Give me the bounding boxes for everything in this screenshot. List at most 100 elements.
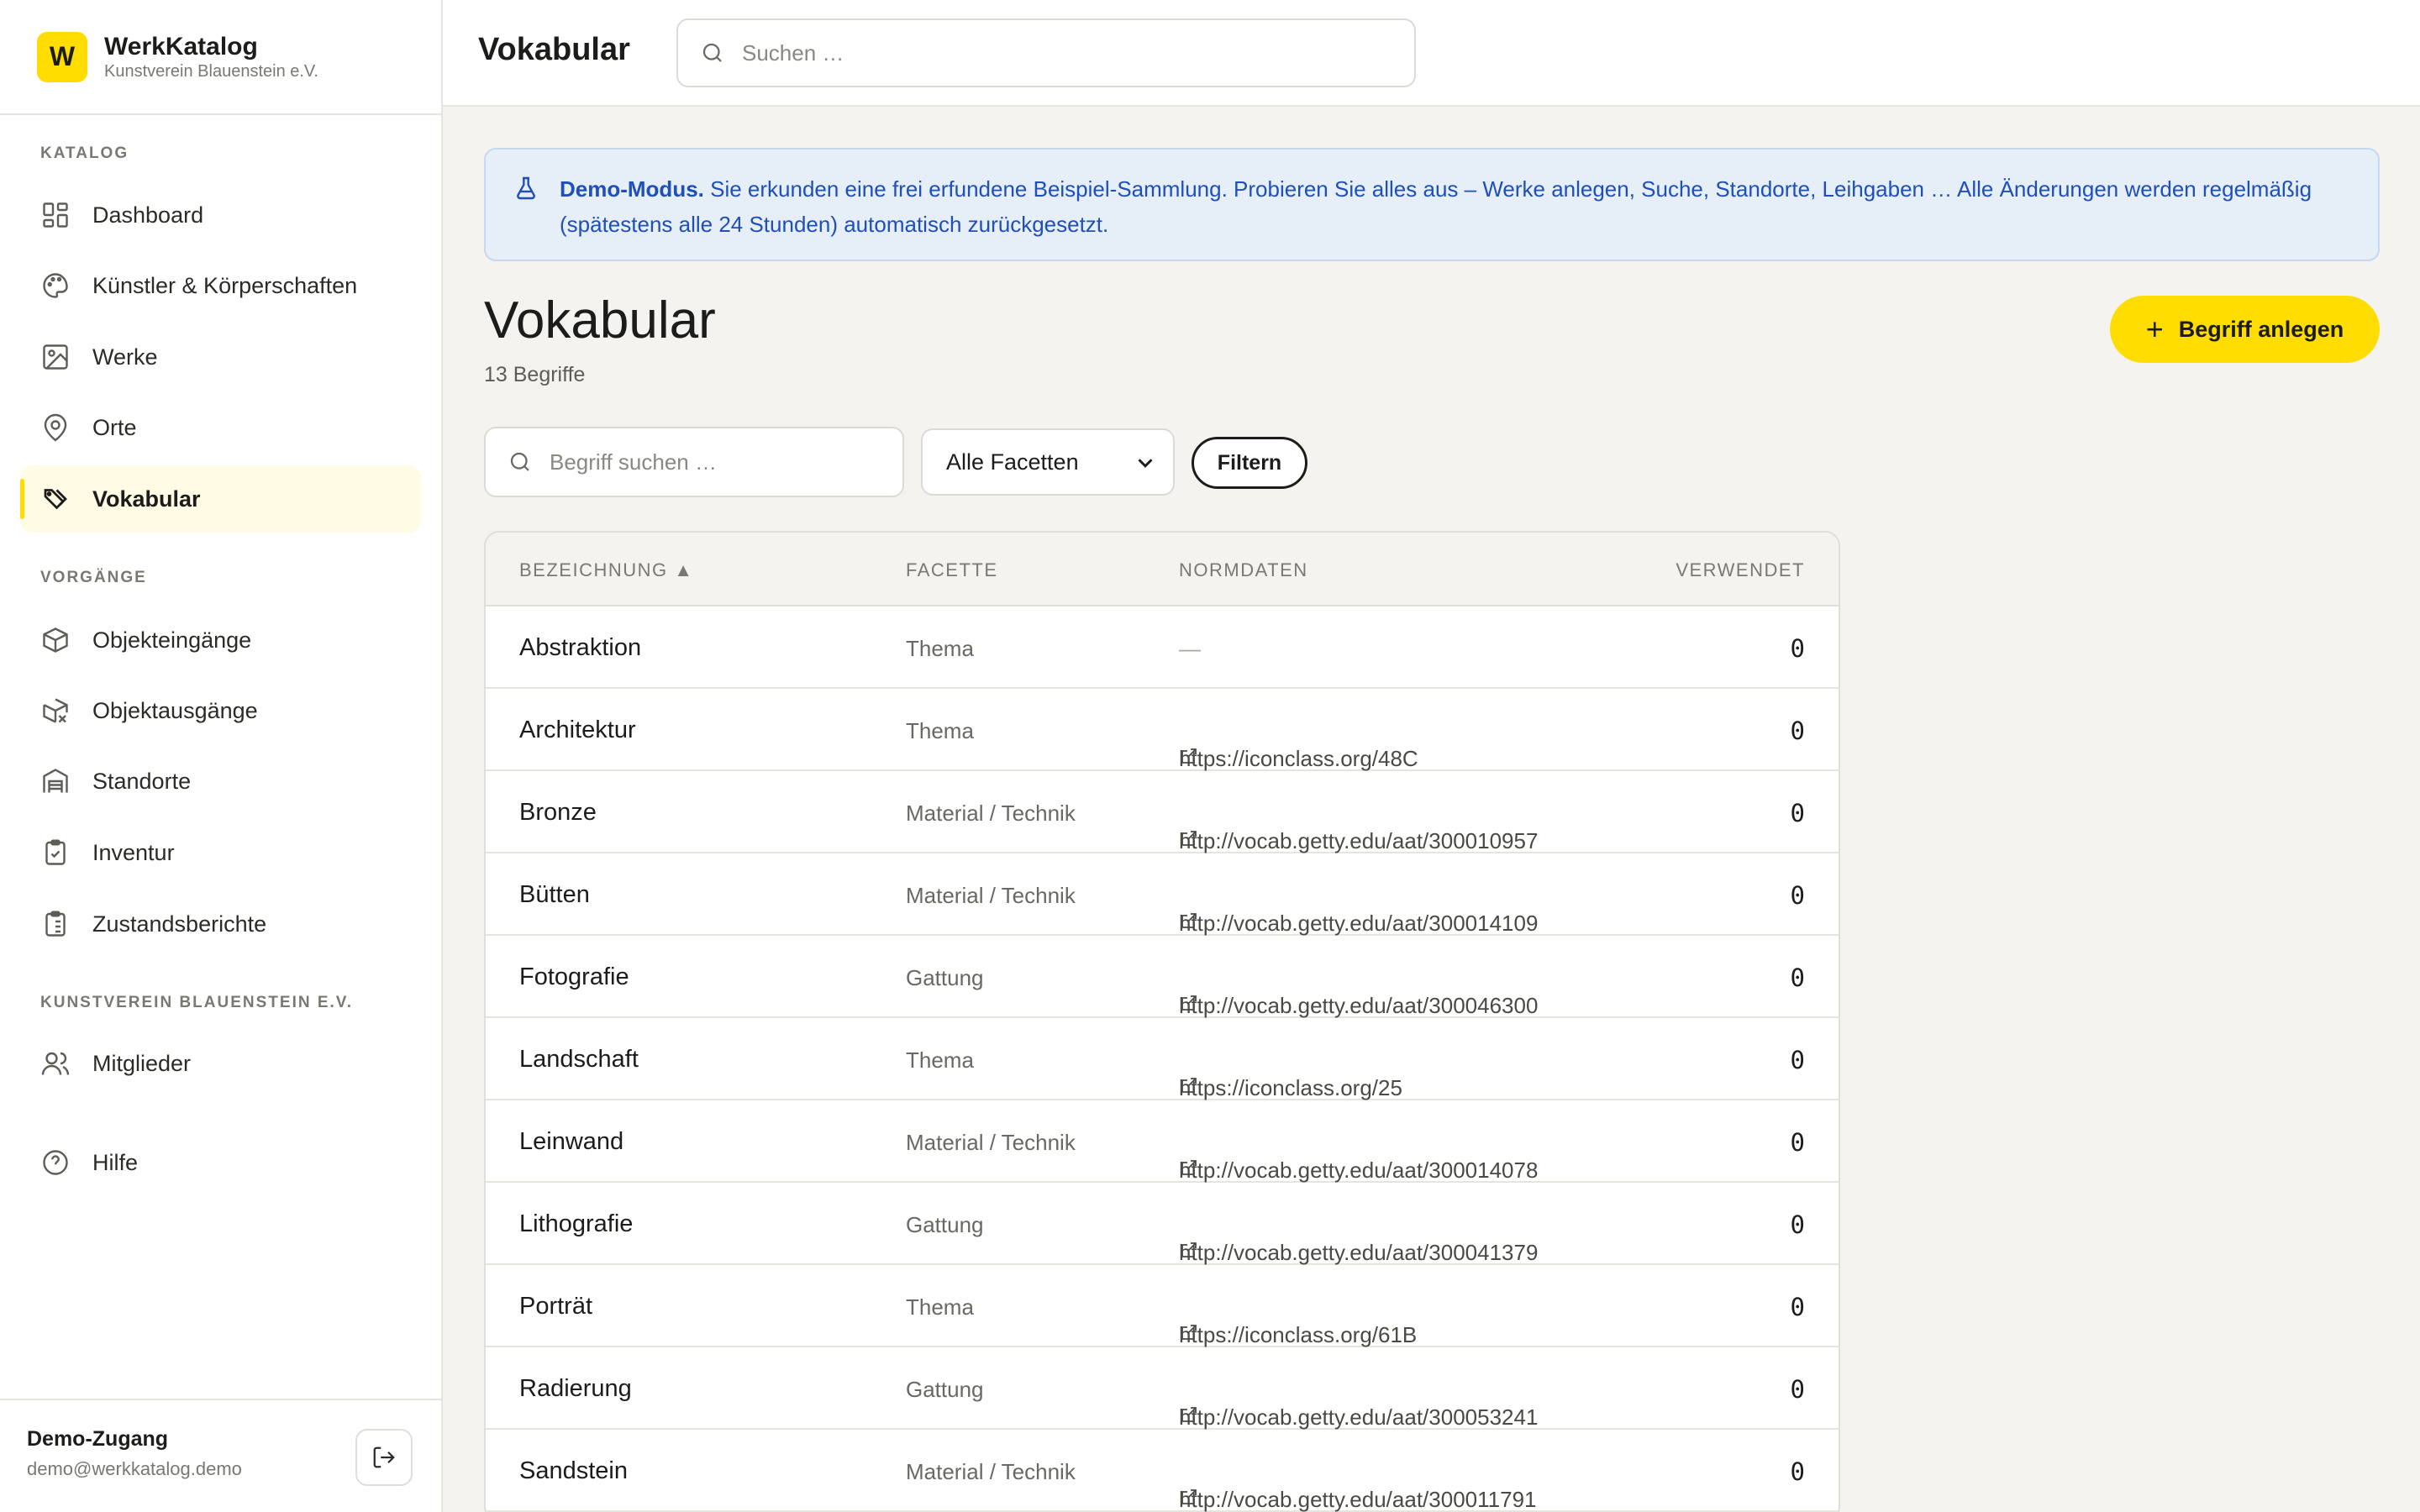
filter-button[interactable]: Filtern — [1192, 437, 1307, 489]
sidebar-item-zustandsberichte[interactable]: Zustandsberichte — [20, 890, 421, 958]
sidebar-item-orte[interactable]: Orte — [20, 394, 421, 461]
table-row[interactable]: Abstraktion Thema — 0 — [486, 606, 1839, 689]
column-header-name[interactable]: BEZEICHNUNG ▲ — [519, 559, 694, 581]
term-facet: Gattung — [906, 1377, 984, 1402]
column-header-norm[interactable]: NORMDATEN — [1179, 559, 1308, 581]
term-used-count: 0 — [1790, 1210, 1805, 1239]
brand-title: WerkKatalog — [104, 32, 258, 60]
term-count: 13 Begriffe — [484, 363, 586, 386]
term-name[interactable]: Lithografie — [519, 1210, 633, 1238]
sidebar-item-hilfe[interactable]: Hilfe — [20, 1129, 421, 1196]
term-facet: Material / Technik — [906, 801, 1076, 826]
term-used-count: 0 — [1790, 963, 1805, 992]
facet-select[interactable]: Alle Facetten — [921, 428, 1175, 496]
table-row[interactable]: Sandstein Material / Technik http://vocab.… — [486, 1430, 1839, 1512]
table-row[interactable]: Lithografie Gattung http://vocab.getty.edu… — [486, 1183, 1839, 1265]
global-search[interactable] — [676, 18, 1416, 87]
banner-text: Sie erkunden eine frei erfundene Beispie… — [560, 176, 2312, 237]
term-used-count: 0 — [1790, 717, 1805, 745]
brand-logo: W — [37, 31, 87, 82]
users-icon — [40, 1048, 71, 1079]
normdata-url: http://vocab.getty.edu/aat/300014078 — [1179, 1158, 1539, 1183]
normdata-url: http://vocab.getty.edu/aat/300014109 — [1179, 911, 1539, 936]
term-facet: Thema — [906, 636, 974, 661]
sidebar-item-mitglieder[interactable]: Mitglieder — [20, 1030, 421, 1097]
topbar: Vokabular — [443, 0, 2420, 107]
normdata-url: http://vocab.getty.edu/aat/300011791 — [1179, 1487, 1537, 1512]
normdata-empty: — — [1179, 636, 1201, 661]
sidebar-item-kuenstler[interactable]: Künstler & Körperschaften — [20, 252, 421, 319]
box-in-icon — [40, 625, 71, 655]
sidebar-item-label: Objekteingänge — [92, 627, 252, 653]
term-name[interactable]: Fotografie — [519, 963, 629, 991]
sidebar: W WerkKatalog Kunstverein Blauenstein e.… — [0, 0, 443, 1512]
sidebar-item-objektausgaenge[interactable]: Objektausgänge — [20, 677, 421, 744]
dashboard-icon — [40, 200, 71, 230]
sidebar-item-werke[interactable]: Werke — [20, 323, 421, 391]
brand[interactable]: W WerkKatalog Kunstverein Blauenstein e.… — [0, 0, 441, 115]
box-out-icon — [40, 696, 71, 726]
nav-section-verein: KUNSTVEREIN BLAUENSTEIN E.V. — [40, 994, 354, 1011]
sidebar-item-dashboard[interactable]: Dashboard — [20, 181, 421, 249]
sidebar-item-vokabular[interactable]: Vokabular — [20, 465, 421, 533]
term-facet: Material / Technik — [906, 1130, 1076, 1155]
term-search-input[interactable] — [550, 449, 865, 475]
sidebar-item-objekteingaenge[interactable]: Objekteingänge — [20, 606, 421, 674]
term-facet: Thema — [906, 1294, 974, 1320]
sidebar-item-standorte[interactable]: Standorte — [20, 748, 421, 815]
term-name[interactable]: Abstraktion — [519, 634, 641, 662]
term-used-count: 0 — [1790, 799, 1805, 827]
search-icon — [508, 449, 533, 475]
nav-section-katalog: KATALOG — [40, 144, 129, 162]
global-search-input[interactable] — [742, 39, 1313, 66]
topbar-title: Vokabular — [478, 32, 630, 67]
term-facet: Material / Technik — [906, 1459, 1076, 1484]
term-search[interactable] — [484, 427, 904, 497]
table-row[interactable]: Porträt Thema https://iconclass.org/61B 0 — [486, 1265, 1839, 1347]
table-row[interactable]: Radierung Gattung http://vocab.getty.edu/a… — [486, 1347, 1839, 1430]
sidebar-item-label: Künstler & Körperschaften — [92, 272, 358, 298]
logout-icon — [371, 1445, 397, 1470]
page-title: Vokabular — [484, 291, 716, 349]
table-row[interactable]: Fotografie Gattung http://vocab.getty.edu/… — [486, 936, 1839, 1018]
normdata-url: http://vocab.getty.edu/aat/300010957 — [1179, 828, 1539, 853]
normdata-url: http://vocab.getty.edu/aat/300046300 — [1179, 993, 1539, 1018]
sidebar-item-label: Hilfe — [92, 1149, 139, 1175]
table-row[interactable]: Leinwand Material / Technik http://vocab.g… — [486, 1100, 1839, 1183]
table-body: Abstraktion Thema — 0 Architektur Thema https:… — [486, 606, 1839, 1512]
normdata-url: https://iconclass.org/48C — [1179, 746, 1418, 771]
term-facet: Thema — [906, 1047, 974, 1073]
term-facet: Gattung — [906, 1212, 984, 1237]
term-name[interactable]: Landschaft — [519, 1046, 639, 1074]
term-name[interactable]: Leinwand — [519, 1128, 623, 1156]
user-panel: Demo-Zugang demo@werkkatalog.demo — [0, 1399, 441, 1512]
logout-button[interactable] — [355, 1429, 413, 1486]
brand-text: WerkKatalog Kunstverein Blauenstein e.V. — [104, 33, 318, 81]
table-row[interactable]: Bronze Material / Technik http://vocab.get… — [486, 771, 1839, 853]
sidebar-item-label: Vokabular — [92, 486, 201, 512]
column-header-facet[interactable]: FACETTE — [906, 559, 998, 581]
term-name[interactable]: Bütten — [519, 881, 590, 909]
term-used-count: 0 — [1790, 881, 1805, 910]
table-row[interactable]: Architektur Thema https://iconclass.org/48… — [486, 689, 1839, 771]
facet-select-value: Alle Facetten — [946, 449, 1079, 475]
brand-subtitle: Kunstverein Blauenstein e.V. — [104, 61, 318, 81]
table-row[interactable]: Bütten Material / Technik http://vocab.get… — [486, 853, 1839, 936]
sidebar-item-label: Dashboard — [92, 202, 204, 228]
column-header-used[interactable]: VERWENDET — [1676, 559, 1805, 581]
term-name[interactable]: Bronze — [519, 799, 597, 827]
term-name[interactable]: Porträt — [519, 1293, 592, 1320]
clipboard-list-icon — [40, 909, 71, 939]
term-name[interactable]: Sandstein — [519, 1457, 628, 1485]
sidebar-item-inventur[interactable]: Inventur — [20, 819, 421, 886]
plus-icon: + — [2145, 312, 2164, 346]
sidebar-item-label: Mitglieder — [92, 1050, 192, 1076]
add-term-button[interactable]: + Begriff anlegen — [2110, 296, 2380, 363]
sidebar-item-label: Zustandsberichte — [92, 911, 267, 937]
nav-section-vorgaenge: VORGÄNGE — [40, 569, 147, 586]
sidebar-item-label: Inventur — [92, 839, 175, 865]
term-name[interactable]: Radierung — [519, 1375, 632, 1403]
table-row[interactable]: Landschaft Thema https://iconclass.org/25 0 — [486, 1018, 1839, 1100]
term-used-count: 0 — [1790, 634, 1805, 663]
term-name[interactable]: Architektur — [519, 717, 636, 744]
